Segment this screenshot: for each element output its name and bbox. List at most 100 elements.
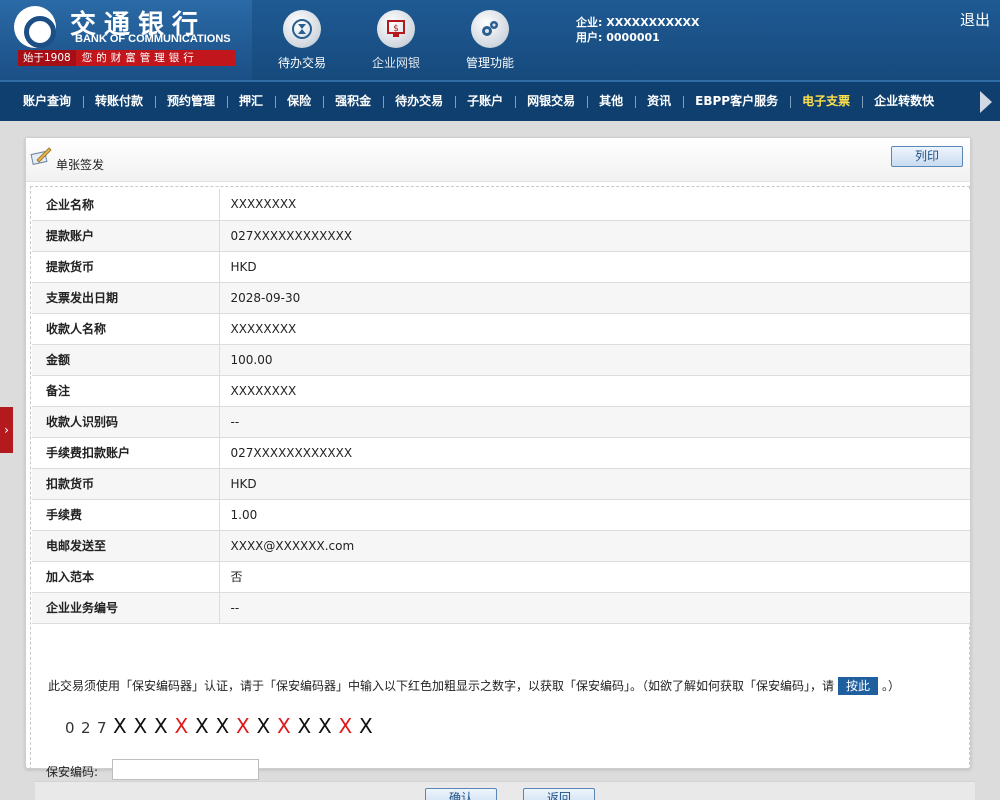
challenge-digit: X (215, 714, 230, 738)
menu-item[interactable]: 账户查询 (11, 82, 83, 121)
nav-corporate-ebanking[interactable]: $ 企业网银 (356, 10, 436, 71)
field-value: 027XXXXXXXXXXXX (219, 220, 970, 252)
challenge-digit: X (256, 714, 271, 738)
table-row: 手续费扣款账户 027XXXXXXXXXXXX (32, 437, 970, 469)
field-label: 提款货币 (32, 251, 220, 283)
field-value: XXXX@XXXXXX.com (219, 530, 970, 562)
menu-item[interactable]: 子账户 (455, 82, 515, 121)
company-label: 企业: XXXXXXXXXXX (576, 16, 700, 29)
field-value: XXXXXXXX (219, 313, 970, 345)
main-menu: 账户查询 转账付款 预约管理 押汇 保险 强积金 待办交易 子账户 网银交易 其他 资讯 EBPP客户… (0, 80, 1000, 121)
field-label: 收款人识别码 (32, 406, 220, 438)
table-row: 收款人识别码 -- (32, 406, 970, 438)
field-label: 提款账户 (32, 220, 220, 252)
confirm-button[interactable]: 确认 (425, 788, 497, 800)
field-value: 027XXXXXXXXXXXX (219, 437, 970, 469)
challenge-digit: X (133, 714, 148, 738)
menu-item[interactable]: 待办交易 (383, 82, 455, 121)
table-row: 加入范本否 (32, 561, 970, 593)
field-label: 加入范本 (32, 561, 220, 593)
field-label: 金额 (32, 344, 220, 376)
field-value: 否 (219, 561, 970, 593)
table-row: 电邮发送至 XXXX@XXXXXX.com (32, 530, 970, 562)
security-notice: 此交易须使用「保安编码器」认证，请于「保安编码器」中输入以下红色加粗显示之数字，… (48, 677, 900, 695)
nav-label: 待办交易 (277, 56, 326, 70)
bank-name-en: BANK OF COMMUNICATIONS (75, 33, 231, 45)
menu-item[interactable]: 企业转数快 (862, 82, 946, 121)
side-panel-toggle[interactable]: › (0, 407, 13, 453)
menu-item[interactable]: 网银交易 (515, 82, 587, 121)
nav-management-functions[interactable]: 管理功能 (450, 10, 530, 71)
menu-item[interactable]: 押汇 (227, 82, 275, 121)
hourglass-icon (283, 10, 321, 48)
table-row: 收款人名称 XXXXXXXX (32, 313, 970, 345)
challenge-digit-highlighted: X (236, 714, 250, 738)
table-row: 备注 XXXXXXXX (32, 375, 970, 407)
field-value: -- (219, 592, 970, 624)
menu-item[interactable]: EBPP客户服务 (683, 82, 790, 121)
field-value: -- (219, 406, 970, 438)
svg-text:$: $ (393, 24, 399, 34)
field-value: XXXXXXXX (219, 375, 970, 407)
menu-item[interactable]: 其他 (587, 82, 635, 121)
challenge-digit-highlighted: X (277, 714, 291, 738)
challenge-digit-highlighted: X (338, 714, 353, 738)
details-frame: 企业名称 XXXXXXXX 提款账户 027XXXXXXXXXXXX 提款货币 HKD 支票… (30, 186, 975, 800)
field-label: 手续费 (32, 499, 220, 531)
nav-label: 企业网银 (371, 56, 420, 70)
field-label: 扣款货币 (32, 468, 220, 500)
menu-item[interactable]: 电子支票 (790, 82, 862, 121)
menu-item[interactable]: 强积金 (323, 82, 383, 121)
challenge-digit: 7 (97, 719, 107, 737)
field-label: 备注 (32, 375, 220, 407)
table-row: 企业名称 XXXXXXXX (32, 189, 970, 221)
challenge-digit: X (297, 714, 312, 738)
field-label: 企业名称 (32, 189, 220, 221)
bank-emblem-icon (14, 6, 56, 48)
table-row: 支票发出日期 2028-09-30 (32, 282, 970, 314)
user-info: 企业: XXXXXXXXXXX 用户: 0000001 (576, 15, 700, 45)
user-label: 用户: 0000001 (576, 31, 660, 44)
action-bar: 确认 返回 (35, 781, 975, 800)
menu-item[interactable]: 保险 (275, 82, 323, 121)
gears-icon (471, 10, 509, 48)
menu-item[interactable]: 转账付款 (83, 82, 155, 121)
challenge-digits: 027XXXXXXXXXXXXX (65, 714, 380, 738)
bank-logo[interactable]: 交通银行 BANK OF COMMUNICATIONS 始于1908 您的财富管理… (0, 0, 252, 80)
challenge-digit-highlighted: X (174, 714, 189, 738)
table-row: 扣款货币 HKD (32, 468, 970, 500)
nav-pending-transactions[interactable]: 待办交易 (262, 10, 342, 71)
table-row: 企业业务编号 -- (32, 592, 970, 624)
panel-title: 单张签发 (56, 158, 105, 172)
monitor-dollar-icon: $ (377, 10, 415, 48)
print-button[interactable]: 列印 (891, 146, 963, 167)
menu-scroll-right-icon[interactable] (980, 91, 992, 113)
table-row: 金额 100.00 (32, 344, 970, 376)
logout-link[interactable]: 退出 (960, 9, 990, 30)
challenge-digit: X (195, 714, 209, 738)
field-value: 1.00 (219, 499, 970, 531)
challenge-digit: 0 (65, 719, 75, 737)
field-label: 企业业务编号 (32, 592, 220, 624)
challenge-digit: X (359, 714, 373, 738)
field-value: 2028-09-30 (219, 282, 970, 314)
table-row: 提款账户 027XXXXXXXXXXXX (32, 220, 970, 252)
back-button[interactable]: 返回 (523, 788, 595, 800)
field-label: 收款人名称 (32, 313, 220, 345)
click-here-button[interactable]: 按此 (838, 677, 879, 695)
nav-label: 管理功能 (465, 56, 514, 70)
field-label: 手续费扣款账户 (32, 437, 220, 469)
menu-item[interactable]: 资讯 (635, 82, 683, 121)
challenge-digit: X (154, 714, 168, 738)
security-code-label: 保安编码: (46, 765, 99, 779)
menu-item[interactable]: 预约管理 (155, 82, 227, 121)
table-row: 提款货币 HKD (32, 251, 970, 283)
edit-document-icon (29, 145, 53, 170)
cheque-issue-panel: 单张签发 列印 企业名称 XXXXXXXX 提款账户 027XXXXXXXXXXXX 提… (25, 137, 975, 800)
field-label: 电邮发送至 (32, 530, 220, 562)
challenge-digit: X (318, 714, 332, 738)
security-code-input[interactable] (112, 759, 259, 780)
notice-text: 此交易须使用「保安编码器」认证，请于「保安编码器」中输入以下红色加粗显示之数字，… (48, 679, 835, 693)
field-value: HKD (219, 251, 970, 283)
field-value: HKD (219, 468, 970, 500)
